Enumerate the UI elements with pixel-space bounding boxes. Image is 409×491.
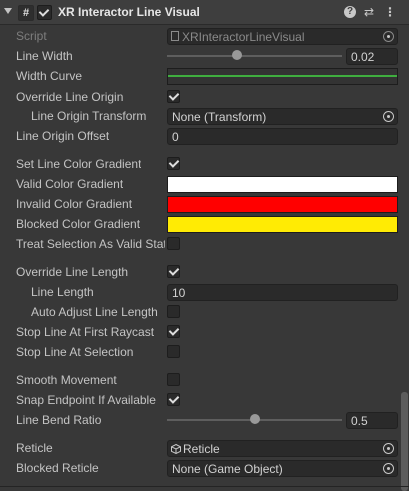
- line-bend-ratio-value: 0.5: [351, 414, 368, 428]
- stop-line-at-first-raycast-checkbox[interactable]: [167, 325, 180, 338]
- line-origin-transform-row: Line Origin Transform None (Transform): [0, 106, 400, 126]
- line-bend-ratio-input[interactable]: 0.5: [346, 412, 398, 429]
- override-line-length-checkbox[interactable]: [167, 265, 180, 278]
- checkmark-icon: [168, 325, 180, 336]
- object-picker-icon[interactable]: [383, 111, 394, 122]
- treat-selection-as-valid-state-label: Treat Selection As Valid State: [16, 237, 165, 251]
- blocked-reticle-field[interactable]: None (Game Object): [167, 460, 398, 477]
- line-origin-transform-value: None (Transform): [172, 110, 267, 124]
- object-picker-icon[interactable]: [383, 463, 394, 474]
- override-line-origin-label: Override Line Origin: [16, 90, 124, 104]
- stop-line-at-selection-row: Stop Line At Selection: [0, 342, 400, 362]
- curve-line: [168, 75, 397, 77]
- line-origin-transform-field[interactable]: None (Transform): [167, 108, 398, 125]
- snap-endpoint-if-available-checkbox[interactable]: [167, 393, 180, 406]
- set-line-color-gradient-row: Set Line Color Gradient: [0, 154, 400, 174]
- auto-adjust-line-length-row: Auto Adjust Line Length: [0, 302, 400, 322]
- script-field[interactable]: XRInteractorLineVisual: [167, 28, 398, 45]
- override-line-origin-checkbox[interactable]: [167, 90, 180, 103]
- script-row: Script XRInteractorLineVisual: [0, 26, 400, 46]
- stop-line-at-first-raycast-label: Stop Line At First Raycast: [16, 325, 155, 339]
- context-menu-icon[interactable]: ⋮: [383, 5, 397, 19]
- line-length-value: 10: [172, 286, 186, 300]
- width-curve-field[interactable]: [167, 68, 398, 85]
- line-width-row: Line Width 0.02: [0, 46, 400, 66]
- line-width-input[interactable]: 0.02: [346, 48, 398, 65]
- line-origin-offset-value: 0: [172, 130, 179, 144]
- component-header: # XR Interactor Line Visual ? ⇄ ⋮: [0, 0, 409, 25]
- override-line-length-label: Override Line Length: [16, 265, 129, 279]
- reticle-value: Reticle: [183, 442, 220, 456]
- snap-endpoint-if-available-label: Snap Endpoint If Available: [16, 393, 156, 407]
- invalid-color-gradient-label: Invalid Color Gradient: [16, 197, 133, 211]
- valid-color-gradient-label: Valid Color Gradient: [16, 177, 124, 191]
- line-bend-ratio-row: Line Bend Ratio 0.5: [0, 410, 400, 430]
- auto-adjust-line-length-label: Auto Adjust Line Length: [31, 305, 158, 319]
- valid-color-gradient-row: Valid Color Gradient: [0, 174, 400, 194]
- prefab-cube-icon: [171, 443, 181, 455]
- stop-line-at-first-raycast-row: Stop Line At First Raycast: [0, 322, 400, 342]
- line-origin-offset-label: Line Origin Offset: [16, 129, 110, 143]
- line-width-slider-thumb[interactable]: [232, 50, 242, 60]
- script-file-icon: [171, 31, 179, 41]
- script-icon: #: [18, 5, 34, 21]
- smooth-movement-checkbox[interactable]: [167, 373, 180, 386]
- checkmark-icon: [168, 90, 180, 101]
- treat-selection-as-valid-state-row: Treat Selection As Valid State: [0, 234, 400, 254]
- component-enable-checkbox[interactable]: [37, 5, 52, 20]
- blocked-color-gradient-label: Blocked Color Gradient: [16, 217, 141, 231]
- line-bend-ratio-label: Line Bend Ratio: [16, 413, 102, 427]
- smooth-movement-label: Smooth Movement: [16, 373, 117, 387]
- checkmark-icon: [168, 157, 180, 168]
- width-curve-label: Width Curve: [16, 69, 83, 83]
- line-bend-ratio-slider-thumb[interactable]: [249, 414, 260, 424]
- reticle-label: Reticle: [16, 441, 53, 455]
- foldout-arrow-icon[interactable]: [4, 8, 12, 14]
- checkmark-icon: [38, 6, 50, 17]
- invalid-color-gradient-row: Invalid Color Gradient: [0, 194, 400, 214]
- blocked-reticle-value: None (Game Object): [172, 462, 283, 476]
- stop-line-at-selection-checkbox[interactable]: [167, 345, 180, 358]
- line-width-value: 0.02: [351, 50, 375, 64]
- script-label: Script: [16, 29, 47, 43]
- reticle-field[interactable]: Reticle: [167, 440, 398, 457]
- line-origin-transform-label: Line Origin Transform: [31, 109, 147, 123]
- blocked-color-gradient-swatch[interactable]: [167, 216, 398, 233]
- object-picker-icon[interactable]: [383, 31, 394, 42]
- line-origin-offset-input[interactable]: 0: [167, 128, 398, 145]
- smooth-movement-row: Smooth Movement: [0, 370, 400, 390]
- line-length-label: Line Length: [31, 285, 94, 299]
- blocked-color-gradient-row: Blocked Color Gradient: [0, 214, 400, 234]
- invalid-color-gradient-swatch[interactable]: [167, 196, 398, 213]
- line-width-label: Line Width: [16, 49, 73, 63]
- line-width-slider-track[interactable]: [167, 55, 342, 57]
- checkmark-icon: [168, 265, 180, 276]
- stop-line-at-selection-label: Stop Line At Selection: [16, 345, 134, 359]
- set-line-color-gradient-checkbox[interactable]: [167, 157, 180, 170]
- inspector-scrollbar[interactable]: [401, 392, 408, 491]
- blocked-reticle-label: Blocked Reticle: [16, 461, 99, 475]
- auto-adjust-line-length-checkbox[interactable]: [167, 305, 180, 318]
- preset-icon[interactable]: ⇄: [362, 5, 376, 19]
- set-line-color-gradient-label: Set Line Color Gradient: [16, 157, 142, 171]
- line-length-row: Line Length 10: [0, 282, 400, 302]
- width-curve-row: Width Curve: [0, 66, 400, 86]
- checkmark-icon: [168, 393, 180, 404]
- valid-color-gradient-swatch[interactable]: [167, 176, 398, 193]
- override-line-length-row: Override Line Length: [0, 262, 400, 282]
- component-divider: [0, 486, 409, 487]
- script-value: XRInteractorLineVisual: [182, 30, 305, 44]
- component-title: XR Interactor Line Visual: [58, 5, 200, 19]
- line-origin-offset-row: Line Origin Offset 0: [0, 126, 400, 146]
- override-line-origin-row: Override Line Origin: [0, 87, 400, 107]
- blocked-reticle-row: Blocked Reticle None (Game Object): [0, 458, 400, 478]
- line-length-input[interactable]: 10: [167, 284, 398, 301]
- object-picker-icon[interactable]: [383, 443, 394, 454]
- treat-selection-as-valid-state-checkbox[interactable]: [167, 237, 180, 250]
- help-icon[interactable]: ?: [344, 6, 356, 18]
- snap-endpoint-if-available-row: Snap Endpoint If Available: [0, 390, 400, 410]
- reticle-row: Reticle Reticle: [0, 438, 400, 458]
